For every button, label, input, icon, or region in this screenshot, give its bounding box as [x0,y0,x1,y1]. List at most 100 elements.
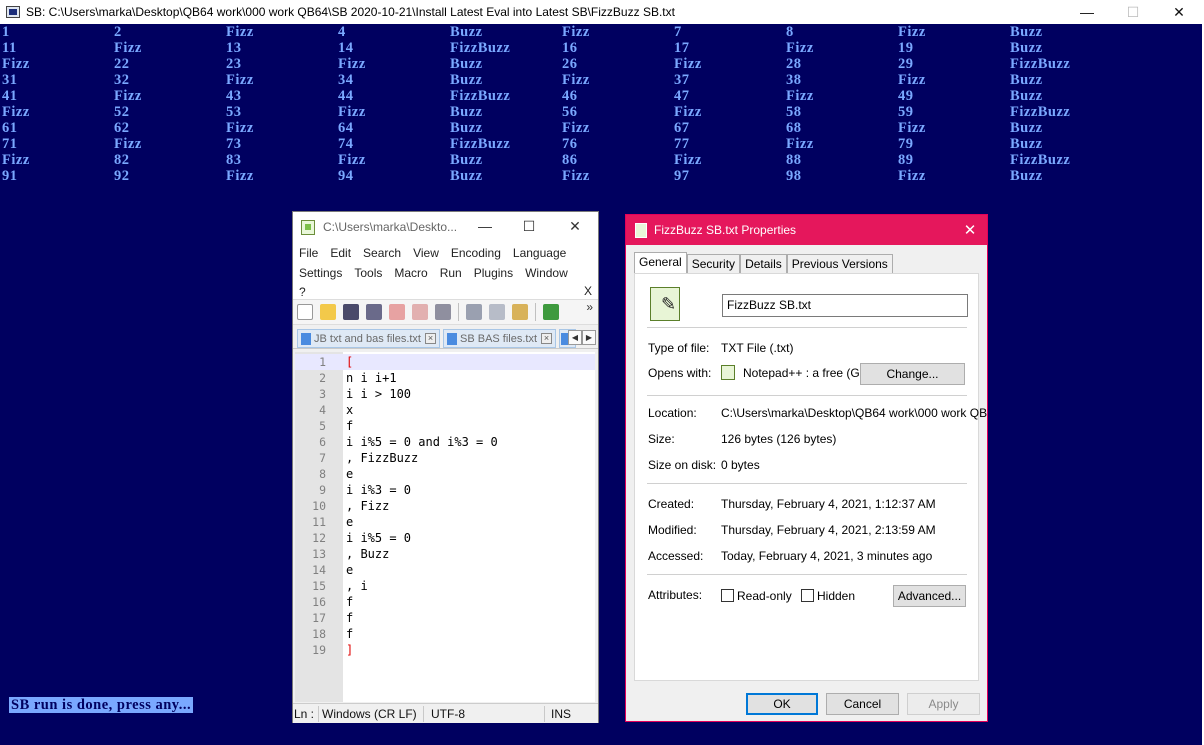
code-line[interactable]: 8e [295,466,595,482]
menu-tools[interactable]: Tools [354,264,382,284]
console-value: 71 [2,136,18,152]
menu-window[interactable]: Window [525,264,568,284]
console-value: FizzBuzz [450,88,511,104]
hidden-checkbox[interactable] [801,589,814,602]
read-only-checkbox[interactable] [721,589,734,602]
menu-file[interactable]: File [299,244,318,264]
npp-minimize-button[interactable]: — [471,215,499,237]
menu-macro[interactable]: Macro [394,264,427,284]
close-file-icon[interactable] [389,304,405,320]
divider [647,483,967,484]
console-value: Fizz [338,152,366,168]
line-number: 19 [312,643,326,657]
code-line[interactable]: 5f [295,418,595,434]
notepadpp-titlebar[interactable]: C:\Users\marka\Deskto... — ☐ ✕ [293,212,598,242]
line-number: 6 [319,435,326,449]
open-file-icon[interactable] [320,304,336,320]
new-file-icon[interactable] [297,304,313,320]
code-line[interactable]: 11 e [295,514,595,530]
console-value: 38 [786,72,802,88]
file-tab-icon [301,332,311,345]
npp-menubar: File Edit Search View Encoding Language Setti… [293,242,598,299]
code-line[interactable]: 13 , Buzz [295,546,595,562]
code-line[interactable]: 9 i i%3 = 0 [295,482,595,498]
npp-close-button[interactable]: ✕ [561,215,589,237]
status-eol: Windows (CR LF) [322,707,417,721]
tab-scroll-left-icon[interactable]: ◀ [568,330,582,345]
tab-scroll-right-icon[interactable]: ▶ [582,330,596,345]
console-value: 89 [898,152,914,168]
cut-icon[interactable] [466,304,482,320]
menu-search[interactable]: Search [363,244,401,264]
ok-button[interactable]: OK [746,693,818,715]
close-all-icon[interactable] [412,304,428,320]
npp-tabbar: JB txt and bas files.txt × SB BAS files.… [293,325,598,349]
change-button[interactable]: Change... [860,363,965,385]
line-number: 10 [312,499,326,513]
menu-language[interactable]: Language [513,244,566,264]
code-line[interactable]: 3 i i > 100 [295,386,595,402]
menu-run[interactable]: Run [440,264,462,284]
code-line[interactable]: 16 f [295,594,595,610]
npp-maximize-button[interactable]: ☐ [515,215,543,237]
save-icon[interactable] [343,304,359,320]
file-name-input[interactable]: FizzBuzz SB.txt [722,294,968,317]
created-label: Created: [648,497,695,511]
paste-icon[interactable] [512,304,528,320]
tab-security[interactable]: Security [686,254,741,273]
console-value: Fizz [898,72,926,88]
code-line[interactable]: 10 , Fizz [295,498,595,514]
console-value: 52 [114,104,130,120]
read-only-label[interactable]: Read-only [737,589,792,603]
advanced-button[interactable]: Advanced... [893,585,966,607]
maximize-button[interactable]: ☐ [1110,0,1156,24]
code-line[interactable]: 12 i i%5 = 0 [295,530,595,546]
toolbar-overflow-icon[interactable]: » [586,300,593,314]
code-line[interactable]: 15 , i [295,578,595,594]
code-line[interactable]: 19] [295,642,595,658]
properties-titlebar[interactable]: FizzBuzz SB.txt Properties ✕ [626,215,987,245]
code-line[interactable]: 18 f [295,626,595,642]
code-editor[interactable]: 1[2 n i i+1 3 i i > 100 4 x 5 f 6 i i%5 = 0 and i… [295,352,595,702]
console-value: 86 [562,152,578,168]
menu-encoding[interactable]: Encoding [451,244,501,264]
apply-button[interactable]: Apply [907,693,980,715]
console-value: 17 [674,40,690,56]
size-on-disk-label: Size on disk: [648,458,717,472]
code-line[interactable]: 14 e [295,562,595,578]
code-line[interactable]: 2 n i i+1 [295,370,595,386]
tab-general[interactable]: General [634,252,687,273]
minimize-button[interactable]: — [1064,0,1110,24]
tab-jb-files[interactable]: JB txt and bas files.txt × [297,329,440,348]
tab-previous-versions[interactable]: Previous Versions [786,254,893,273]
code-line[interactable]: 7 , FizzBuzz [295,450,595,466]
console-value: FizzBuzz [450,40,511,56]
code-line[interactable]: 17 f [295,610,595,626]
menu-edit[interactable]: Edit [330,244,351,264]
hidden-label[interactable]: Hidden [817,589,855,603]
tab-details[interactable]: Details [740,254,787,273]
save-all-icon[interactable] [366,304,382,320]
undo-icon[interactable] [543,304,559,320]
copy-icon[interactable] [489,304,505,320]
tab-sb-bas-files[interactable]: SB BAS files.txt × [443,329,557,348]
console-value: Buzz [1010,168,1043,184]
menu-view[interactable]: View [413,244,439,264]
status-separator [423,706,424,722]
cancel-button[interactable]: Cancel [826,693,899,715]
tab-close-icon[interactable]: × [541,333,553,344]
console-title: SB: C:\Users\marka\Desktop\QB64 work\000… [26,5,675,19]
properties-close-button[interactable]: ✕ [953,215,987,245]
print-icon[interactable] [435,304,451,320]
code-line[interactable]: 6 i i%5 = 0 and i%3 = 0 [295,434,595,450]
console-titlebar[interactable]: SB: C:\Users\marka\Desktop\QB64 work\000… [0,0,1204,24]
console-value: Fizz [114,88,142,104]
notepadpp-app-icon [721,365,735,380]
menu-settings[interactable]: Settings [299,264,342,284]
tab-close-icon[interactable]: × [425,333,436,344]
console-value: 11 [2,40,17,56]
close-button[interactable]: ✕ [1156,0,1202,24]
code-line-current[interactable]: 1[ [295,354,595,370]
code-line[interactable]: 4x [295,402,595,418]
menu-plugins[interactable]: Plugins [474,264,513,284]
